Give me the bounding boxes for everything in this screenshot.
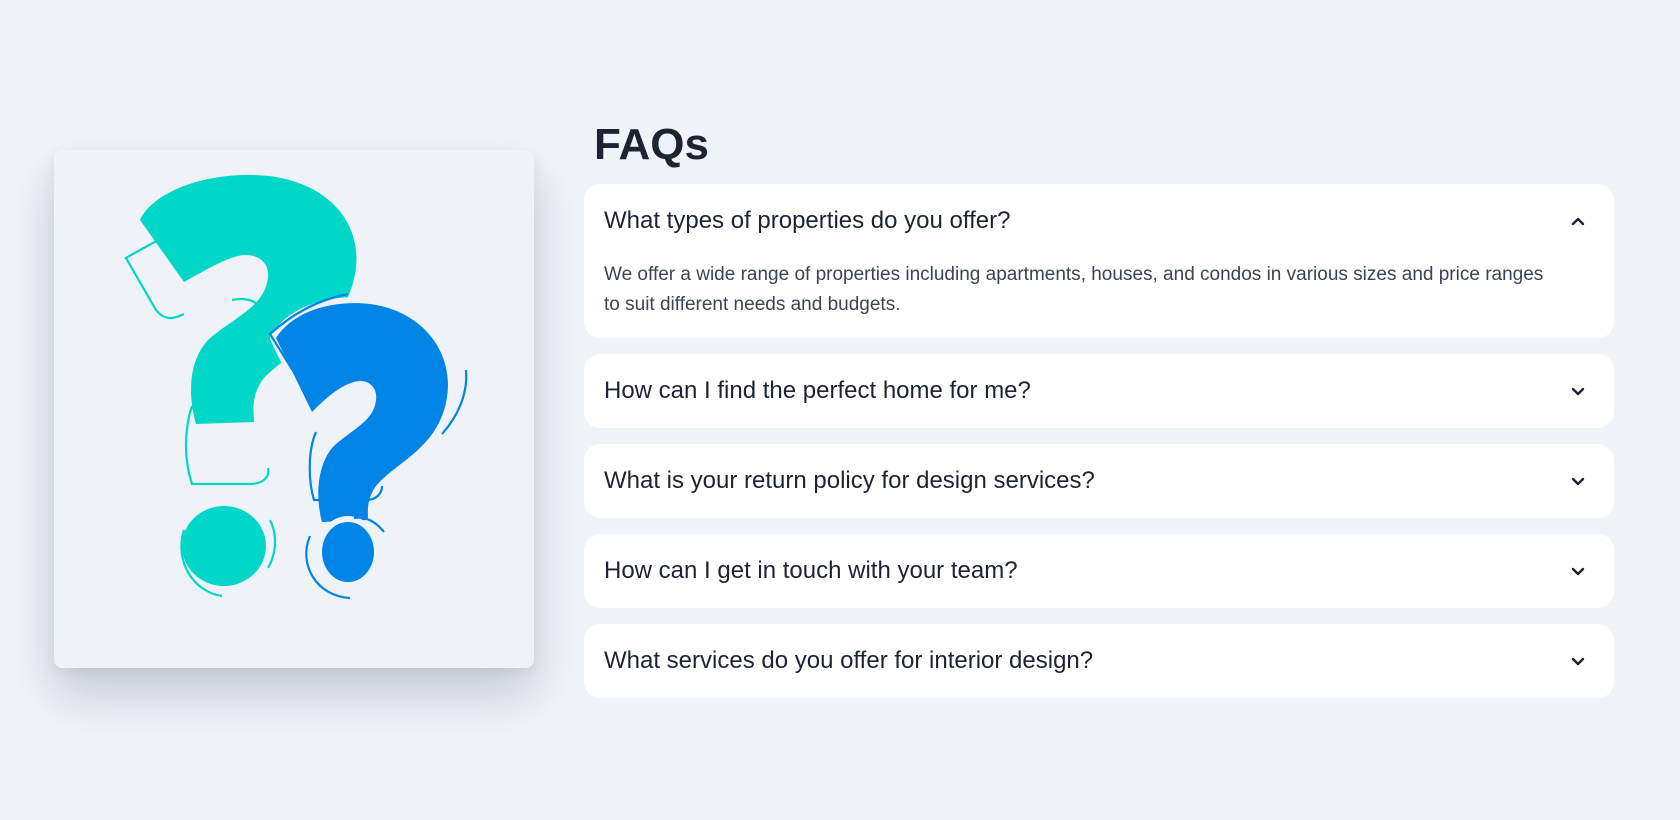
faq-question[interactable]: What types of properties do you offer?	[604, 206, 1554, 236]
faq-illustration-card	[54, 150, 534, 668]
chevron-up-icon[interactable]	[1568, 211, 1588, 231]
faq-item-find-home[interactable]: How can I find the perfect home for me?	[584, 354, 1614, 428]
faq-item-return-policy[interactable]: What is your return policy for design se…	[584, 444, 1614, 518]
faq-section: FAQs What types of properties do you off…	[584, 112, 1614, 714]
faq-item-contact-team[interactable]: How can I get in touch with your team?	[584, 534, 1614, 608]
faq-answer: We offer a wide range of properties incl…	[604, 264, 1544, 315]
chevron-down-icon[interactable]	[1568, 561, 1588, 581]
faq-item-property-types[interactable]: What types of properties do you offer? W…	[584, 184, 1614, 338]
page-title: FAQs	[594, 120, 709, 169]
faq-question[interactable]: How can I get in touch with your team?	[604, 556, 1554, 586]
faq-question[interactable]: What services do you offer for interior …	[604, 646, 1554, 676]
faq-question[interactable]: How can I find the perfect home for me?	[604, 376, 1554, 406]
faq-item-interior-design[interactable]: What services do you offer for interior …	[584, 624, 1614, 698]
faq-question[interactable]: What is your return policy for design se…	[604, 466, 1554, 496]
question-marks-illustration	[124, 174, 468, 600]
chevron-down-icon[interactable]	[1568, 471, 1588, 491]
chevron-down-icon[interactable]	[1568, 651, 1588, 671]
chevron-down-icon[interactable]	[1568, 381, 1588, 401]
